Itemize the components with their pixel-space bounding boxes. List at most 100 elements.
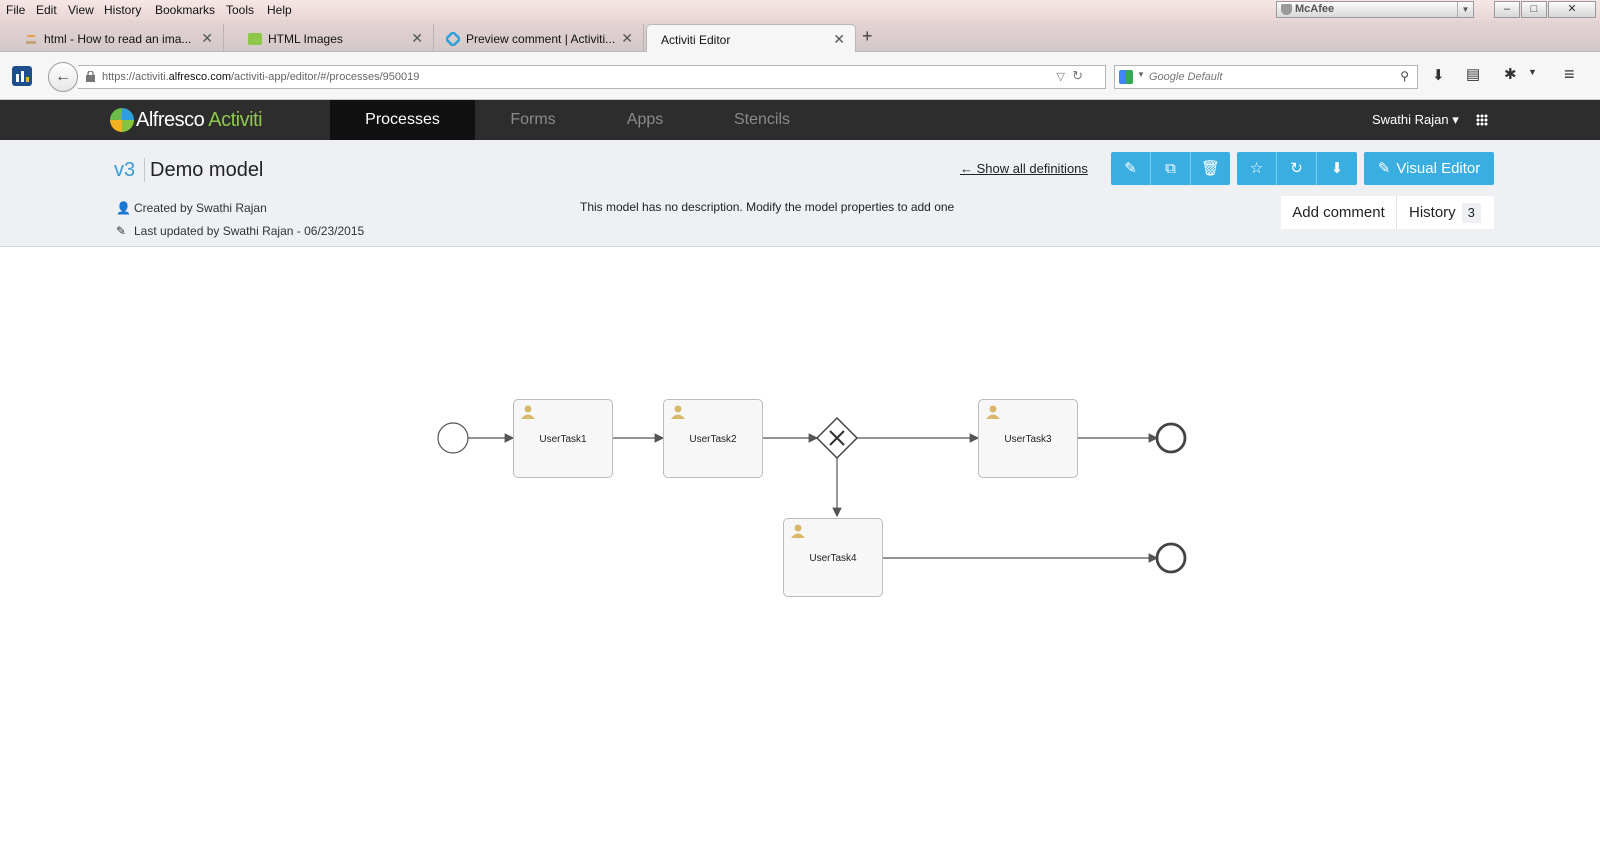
add-comment-button[interactable]: Add comment	[1281, 196, 1397, 229]
process-diagram-canvas: UserTask1 UserTask2 UserTask3 UserTask4	[0, 248, 1600, 860]
user-icon: 👤	[116, 201, 131, 215]
search-input[interactable]: ▼ Google Default ⚲	[1114, 65, 1418, 89]
menu-file[interactable]: File	[6, 3, 25, 17]
nav-tab-stencils[interactable]: Stencils	[716, 100, 808, 140]
search-icon[interactable]: ⚲	[1400, 69, 1409, 83]
hamburger-menu-icon[interactable]: ≡	[1564, 64, 1575, 85]
favorite-button[interactable]: ☆	[1237, 152, 1277, 185]
browser-tab-active[interactable]: Activiti Editor ✕	[646, 24, 856, 52]
start-event[interactable]	[437, 422, 469, 454]
back-button[interactable]: ←	[48, 62, 78, 92]
restore-button[interactable]: □	[1521, 1, 1547, 18]
download-icon: ⬇	[1330, 160, 1344, 177]
stackoverflow-favicon-icon	[26, 35, 36, 44]
alfresco-logo[interactable]: Alfresco Activiti	[110, 108, 263, 132]
close-icon[interactable]: ✕	[621, 30, 633, 47]
tab-title: html - How to read an ima...	[44, 32, 192, 46]
share-icon: ↻	[1290, 160, 1303, 177]
tab-title: Preview comment | Activiti...	[466, 32, 616, 46]
close-icon[interactable]: ✕	[833, 31, 845, 48]
stats-icon[interactable]	[12, 66, 32, 86]
new-tab-button[interactable]: +	[862, 26, 873, 47]
chevron-down-icon[interactable]: ▼	[1528, 67, 1537, 77]
alfresco-flower-icon	[110, 108, 134, 132]
share-button[interactable]: ↻	[1277, 152, 1317, 185]
url-host: alfresco.com	[168, 71, 231, 83]
close-icon[interactable]: ✕	[411, 30, 423, 47]
trash-icon: 🗑	[1200, 160, 1221, 177]
model-title: Demo model	[150, 159, 264, 181]
user-task-icon	[521, 405, 535, 419]
edit-square-icon: ✎	[1377, 160, 1391, 177]
google-logo-icon	[1119, 70, 1133, 84]
version-divider	[144, 158, 145, 182]
user-menu[interactable]: Swathi Rajan ▾	[1372, 112, 1459, 128]
menu-bookmarks[interactable]: Bookmarks	[155, 3, 215, 17]
close-icon[interactable]: ✕	[201, 30, 213, 47]
menu-edit[interactable]: Edit	[36, 3, 57, 17]
history-button[interactable]: History 3	[1397, 196, 1494, 229]
nav-tab-apps[interactable]: Apps	[600, 100, 690, 140]
created-by: Created by Swathi Rajan	[134, 201, 267, 215]
show-all-definitions-link[interactable]: ← Show all definitions	[960, 161, 1088, 176]
reload-icon[interactable]: ↻	[1072, 68, 1083, 84]
end-event[interactable]	[1155, 542, 1187, 574]
browser-tab[interactable]: Preview comment | Activiti... ✕	[436, 24, 644, 52]
model-header: v3 Demo model 👤 Created by Swathi Rajan ✎…	[0, 140, 1600, 247]
pencil-icon: ✎	[1124, 160, 1137, 177]
user-task-4[interactable]: UserTask4	[783, 518, 883, 597]
user-task-2[interactable]: UserTask2	[663, 399, 763, 478]
mcafee-shield-icon	[1281, 4, 1292, 15]
app-header: Alfresco Activiti Processes Forms Apps S…	[0, 100, 1600, 146]
visual-editor-button[interactable]: ✎ Visual Editor	[1364, 152, 1494, 185]
duplicate-button[interactable]: ⧉	[1151, 152, 1191, 185]
bookmark-manager-icon[interactable]: ▤	[1466, 65, 1480, 83]
task-label: UserTask2	[689, 434, 737, 445]
visual-editor-label: Visual Editor	[1396, 160, 1481, 177]
mcafee-toolbar[interactable]: McAfee ▼	[1276, 1, 1474, 18]
task-label: UserTask1	[539, 434, 587, 445]
delete-button[interactable]: 🗑	[1191, 152, 1230, 185]
history-count-badge: 3	[1461, 203, 1481, 223]
user-task-icon	[791, 524, 805, 538]
edit-button[interactable]: ✎	[1111, 152, 1151, 185]
user-task-1[interactable]: UserTask1	[513, 399, 613, 478]
browser-tab[interactable]: html - How to read an ima... ✕	[2, 24, 224, 52]
lock-icon	[86, 71, 95, 82]
export-button[interactable]: ⬇	[1317, 152, 1357, 185]
chevron-down-icon[interactable]: ▼	[1457, 2, 1473, 17]
exclusive-gateway[interactable]	[815, 416, 859, 460]
w3schools-favicon-icon	[248, 33, 262, 45]
menu-help[interactable]: Help	[267, 3, 292, 17]
user-task-3[interactable]: UserTask3	[978, 399, 1078, 478]
tab-title: HTML Images	[268, 32, 343, 46]
created-by-line: 👤 Created by Swathi Rajan	[116, 201, 267, 215]
copy-icon: ⧉	[1165, 160, 1176, 177]
end-event[interactable]	[1155, 422, 1187, 454]
updated-by-line: ✎ Last updated by Swathi Rajan - 06/23/20…	[116, 224, 364, 238]
activiti-favicon-icon	[446, 32, 460, 46]
browser-tab[interactable]: HTML Images ✕	[226, 24, 434, 52]
url-prefix: https://activiti.	[102, 71, 169, 83]
close-window-button[interactable]: ✕	[1548, 1, 1596, 18]
url-path: /activiti-app/editor/#/processes/950019	[231, 71, 420, 83]
addon-icon[interactable]: ✱	[1504, 65, 1517, 83]
url-bar[interactable]: https://activiti.alfresco.com/activiti-a…	[78, 65, 1106, 89]
dropdown-triangle-icon[interactable]: ▽	[1057, 70, 1065, 83]
model-description: This model has no description. Modify th…	[580, 200, 955, 214]
user-task-icon	[671, 405, 685, 419]
menu-bar: File Edit View History Bookmarks Tools H…	[0, 0, 1600, 20]
chevron-down-icon[interactable]: ▼	[1137, 70, 1145, 79]
task-label: UserTask4	[809, 553, 857, 564]
apps-grid-icon[interactable]	[1476, 114, 1488, 126]
task-label: UserTask3	[1004, 434, 1052, 445]
nav-tab-forms[interactable]: Forms	[487, 100, 579, 140]
download-icon[interactable]: ⬇	[1432, 66, 1445, 84]
menu-history[interactable]: History	[104, 3, 141, 17]
navigation-bar: ← https://activiti.alfresco.com/activiti…	[0, 52, 1600, 100]
user-task-icon	[986, 405, 1000, 419]
nav-tab-processes[interactable]: Processes	[330, 100, 475, 146]
menu-tools[interactable]: Tools	[226, 3, 254, 17]
menu-view[interactable]: View	[68, 3, 94, 17]
minimize-button[interactable]: –	[1494, 1, 1520, 18]
